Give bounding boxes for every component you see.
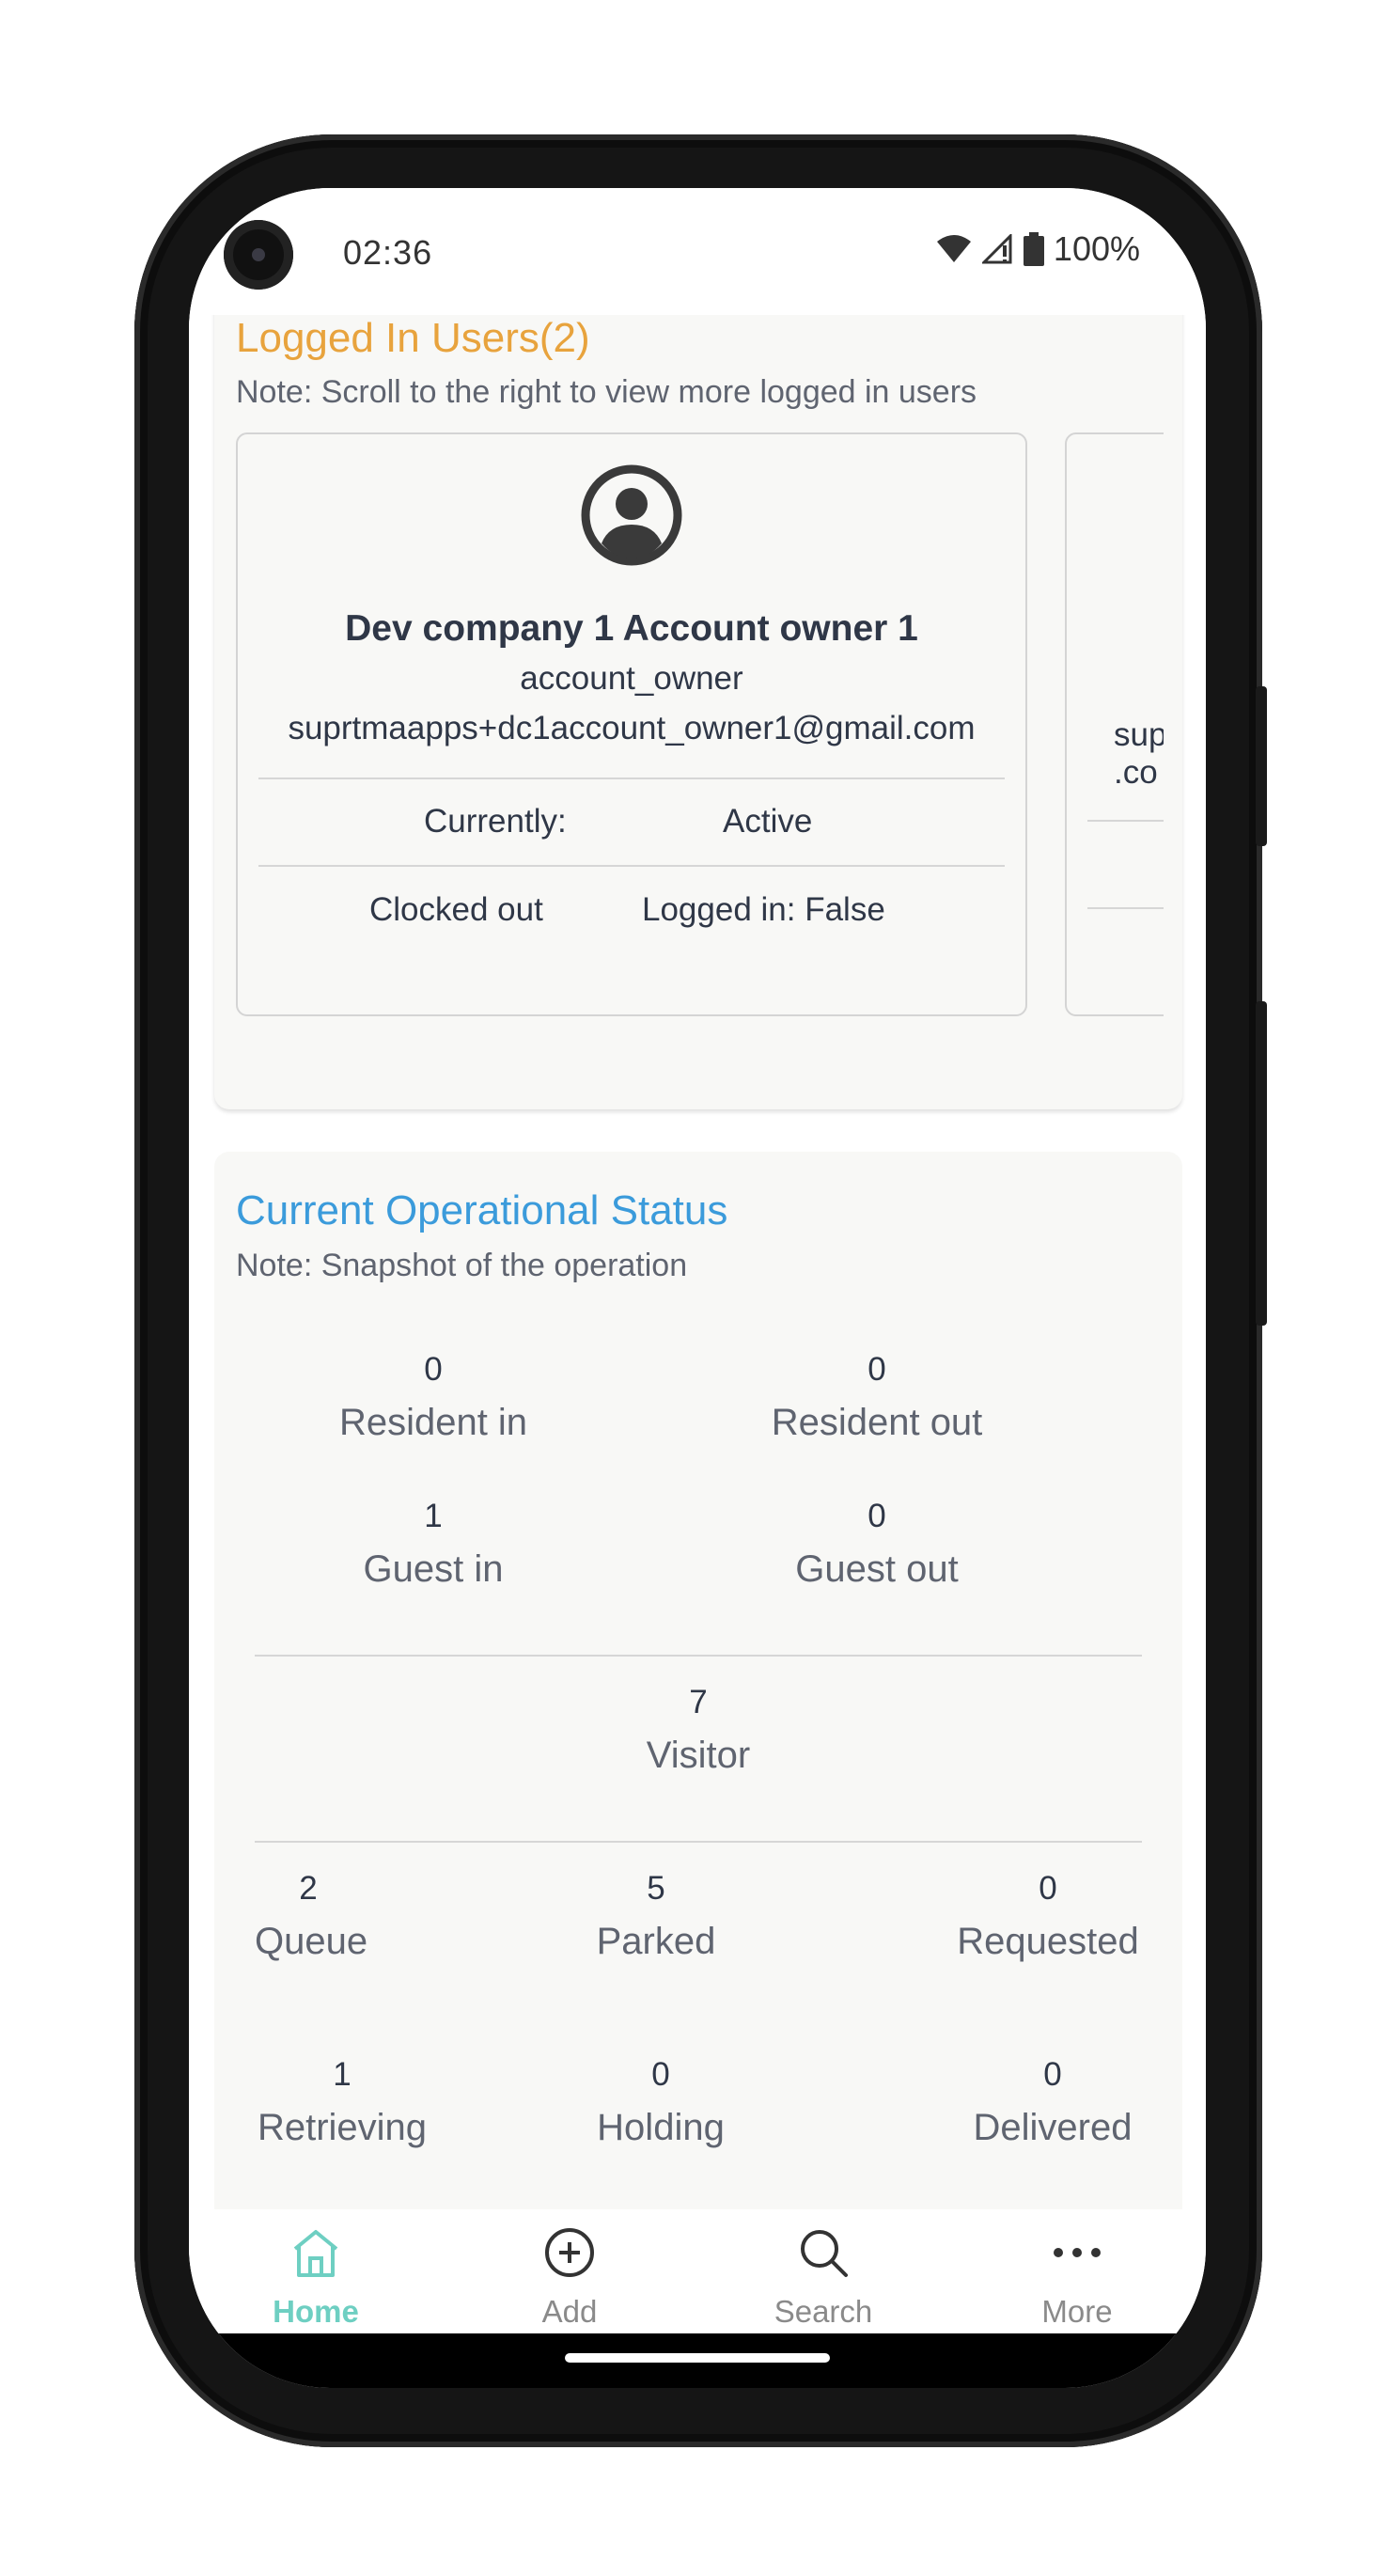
battery-percent: 100% [1053, 229, 1140, 268]
stat-value: 0 [1043, 2056, 1062, 2093]
home-gesture-bar[interactable] [565, 2353, 830, 2363]
more-horizontal-icon [1054, 2248, 1101, 2257]
logged-in-users-note: Note: Scroll to the right to view more l… [236, 374, 977, 410]
currently-label: Currently: [424, 803, 567, 840]
logged-in-users-title: Logged In Users(2) [236, 315, 590, 361]
stat-resident-out: 0 Resident out [736, 1351, 1018, 1444]
nav-home[interactable]: Home [189, 2209, 443, 2333]
stat-delivered: 0 Delivered [963, 2056, 1142, 2149]
battery-icon [1023, 232, 1044, 266]
operational-status-card: Current Operational Status Note: Snapsho… [214, 1152, 1182, 2209]
power-button [1256, 686, 1267, 846]
signal-icon [981, 234, 1012, 264]
nav-search[interactable]: Search [696, 2209, 950, 2333]
status-time: 02:36 [343, 233, 433, 272]
stat-value: 0 [424, 1351, 443, 1388]
home-content[interactable]: Logged In Users(2) Note: Scroll to the r… [189, 315, 1206, 2209]
stat-value: 2 [299, 1870, 318, 1907]
nav-add[interactable]: Add [443, 2209, 696, 2333]
stat-label: Queue [255, 1921, 368, 1962]
stat-guest-out: 0 Guest out [736, 1498, 1018, 1591]
clock-status: Clocked out [369, 891, 543, 928]
user-card-partial[interactable]: sup .co [1065, 432, 1164, 1016]
stat-label: Requested [957, 1921, 1139, 1962]
divider [255, 1841, 1142, 1843]
stat-label: Holding [597, 2107, 725, 2148]
stat-label: Retrieving [257, 2107, 428, 2148]
bottom-nav: Home Add Search More [189, 2209, 1206, 2333]
stat-value: 0 [1039, 1870, 1057, 1907]
account-circle-icon [581, 464, 682, 566]
user-role: account_owner [520, 660, 743, 697]
stat-visitor: 7 Visitor [557, 1684, 839, 1777]
divider [255, 1655, 1142, 1657]
stat-requested: 0 Requested [954, 1870, 1142, 1963]
divider [1087, 820, 1164, 822]
stat-value: 0 [867, 1351, 886, 1388]
logged-in-users-card: Logged In Users(2) Note: Scroll to the r… [214, 315, 1182, 1109]
currently-value: Active [723, 803, 813, 840]
user-name: Dev company 1 Account owner 1 [345, 608, 918, 649]
nav-more[interactable]: More [950, 2209, 1204, 2333]
divider [1087, 907, 1164, 909]
phone-screen: 02:36 100% Logged In Users(2) Note: Scro… [189, 188, 1206, 2388]
stat-label: Guest out [795, 1548, 959, 1590]
stat-label: Resident out [771, 1402, 983, 1443]
stat-value: 0 [651, 2056, 670, 2093]
stat-guest-in: 1 Guest in [311, 1498, 555, 1591]
add-circle-icon [545, 2228, 594, 2277]
stat-holding: 0 Holding [576, 2056, 745, 2149]
user-email-partial: sup [1114, 716, 1164, 753]
user-email-partial: .co [1114, 754, 1158, 791]
wifi-icon [936, 235, 971, 262]
user-card-viewport: sup .co [1065, 432, 1164, 1016]
stat-value: 1 [333, 2056, 352, 2093]
nav-more-label: More [1041, 2294, 1113, 2329]
stat-label: Delivered [973, 2107, 1133, 2148]
volume-button [1256, 1001, 1267, 1326]
user-card[interactable]: Dev company 1 Account owner 1 account_ow… [236, 432, 1027, 1016]
stat-value: 1 [424, 1498, 443, 1534]
stat-parked: 5 Parked [571, 1870, 741, 1963]
stat-label: Resident in [338, 1402, 528, 1443]
user-email: suprtmaapps+dc1account_owner1@gmail.com [288, 710, 976, 746]
stat-label: Parked [596, 1921, 716, 1962]
front-camera [224, 220, 293, 290]
stat-value: 5 [647, 1870, 665, 1907]
logged-in-status: Logged in: False [642, 891, 885, 928]
nav-add-label: Add [541, 2294, 598, 2329]
nav-search-label: Search [774, 2294, 873, 2329]
stat-queue: 2 Queue [255, 1870, 368, 1963]
stat-value: 7 [689, 1684, 708, 1720]
stat-resident-in: 0 Resident in [311, 1351, 555, 1444]
operational-status-title: Current Operational Status [236, 1187, 728, 1233]
divider [258, 778, 1005, 779]
stat-label: Guest in [363, 1548, 504, 1590]
stat-retrieving: 1 Retrieving [255, 2056, 430, 2149]
operational-status-note: Note: Snapshot of the operation [236, 1248, 688, 1283]
status-icons: 100% [935, 229, 1140, 269]
home-icon [293, 2230, 338, 2277]
divider [258, 865, 1005, 867]
stat-value: 0 [867, 1498, 886, 1534]
nav-home-label: Home [273, 2294, 359, 2329]
stat-label: Visitor [646, 1735, 751, 1776]
search-icon [801, 2230, 848, 2277]
status-bar: 02:36 100% [189, 188, 1206, 315]
